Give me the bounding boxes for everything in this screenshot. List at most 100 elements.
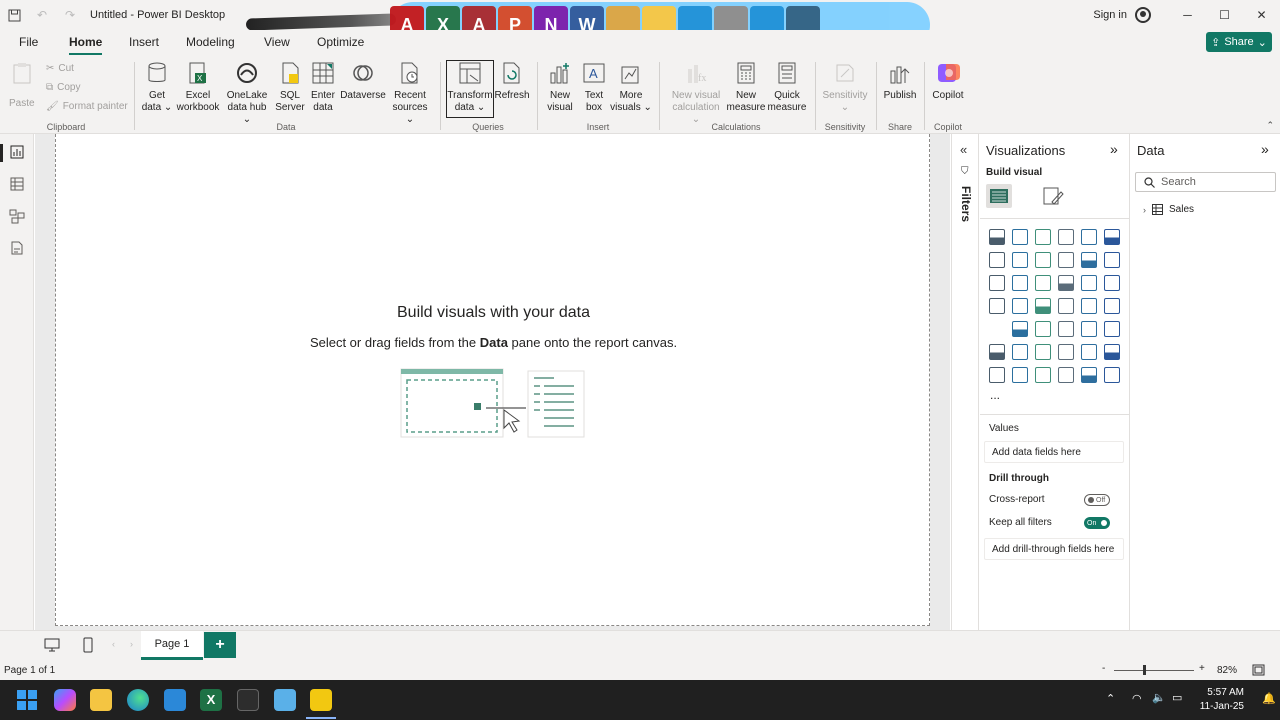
visual-type-icon[interactable] — [1081, 298, 1097, 314]
tab-modeling[interactable]: Modeling — [186, 35, 235, 49]
visual-type-icon[interactable] — [1035, 321, 1051, 337]
more-visuals-button[interactable]: More visuals ⌄ — [610, 60, 652, 114]
store-icon[interactable] — [164, 689, 186, 711]
volume-icon[interactable]: 🔈 — [1152, 691, 1166, 704]
taskbar-clock[interactable]: 5:57 AM 11-Jan-25 — [1200, 686, 1244, 714]
notification-bell-icon[interactable]: 🔔 — [1262, 692, 1276, 705]
zoom-in-button[interactable]: + — [1199, 663, 1205, 674]
visual-type-icon[interactable] — [1035, 275, 1051, 291]
table-view-icon[interactable] — [9, 176, 25, 192]
double-chevron-right-icon[interactable]: » — [1110, 141, 1118, 157]
visual-type-icon[interactable] — [1104, 229, 1120, 245]
maximize-button[interactable]: ☐ — [1206, 0, 1243, 30]
visual-type-icon[interactable] — [1012, 298, 1028, 314]
data-search-input[interactable]: Search — [1135, 172, 1276, 192]
tab-view[interactable]: View — [264, 35, 290, 49]
chevron-left-icon[interactable]: ‹ — [112, 639, 115, 649]
collapse-ribbon-icon[interactable]: ⌃ — [1266, 120, 1274, 131]
chevron-right-icon[interactable]: › — [130, 639, 133, 649]
visual-type-icon[interactable] — [1104, 321, 1120, 337]
chevron-up-icon[interactable]: ⌃ — [1106, 692, 1115, 705]
visual-type-icon[interactable] — [989, 298, 1005, 314]
model-view-icon[interactable] — [9, 208, 25, 224]
visual-type-icon[interactable] — [1058, 275, 1074, 291]
visual-type-icon[interactable] — [989, 252, 1005, 268]
more-visuals-ellipsis[interactable]: ... — [990, 388, 1000, 402]
sensitivity-button[interactable]: Sensitivity ⌄ — [820, 60, 870, 114]
battery-icon[interactable]: ▭ — [1172, 691, 1182, 704]
powerbi-taskbar-icon[interactable] — [310, 689, 332, 711]
visual-type-icon[interactable] — [1104, 344, 1120, 360]
values-drop-well[interactable]: Add data fields here — [984, 441, 1124, 463]
refresh-button[interactable]: Refresh — [494, 60, 530, 102]
fit-to-page-icon[interactable] — [1252, 664, 1265, 676]
desktop-layout-icon[interactable] — [44, 638, 60, 652]
copilot-button[interactable]: Copilot — [928, 60, 968, 102]
visual-type-icon[interactable] — [1058, 229, 1074, 245]
windows-start-icon[interactable] — [16, 689, 38, 711]
close-button[interactable]: ✕ — [1243, 0, 1280, 30]
edge-browser-icon[interactable] — [127, 689, 149, 711]
visual-type-icon[interactable] — [989, 367, 1005, 383]
report-view-icon[interactable] — [9, 144, 25, 160]
redo-icon[interactable]: ↷ — [56, 0, 84, 30]
format-visual-tab[interactable] — [1042, 186, 1064, 209]
keep-filters-toggle[interactable]: On — [1084, 517, 1110, 529]
double-chevron-right-icon[interactable]: » — [1261, 141, 1269, 157]
visual-type-icon[interactable] — [1058, 298, 1074, 314]
transform-data-button[interactable]: Transform data ⌄ — [446, 60, 494, 114]
visual-type-icon[interactable] — [1012, 321, 1028, 337]
zoom-out-button[interactable]: - — [1102, 663, 1105, 674]
visual-type-icon[interactable] — [1035, 344, 1051, 360]
file-explorer-icon[interactable] — [90, 689, 112, 711]
get-data-button[interactable]: Get data ⌄ — [141, 60, 173, 114]
visual-type-icon[interactable] — [1012, 367, 1028, 383]
visual-type-icon[interactable] — [1081, 275, 1097, 291]
visual-type-icon[interactable] — [1058, 252, 1074, 268]
tab-insert[interactable]: Insert — [129, 35, 159, 49]
tab-optimize[interactable]: Optimize — [317, 35, 364, 49]
onelake-button[interactable]: OneLake data hub ⌄ — [222, 60, 272, 126]
quick-measure-button[interactable]: Quick measure — [767, 60, 807, 114]
tab-home[interactable]: Home — [69, 35, 103, 55]
visual-type-icon[interactable] — [1081, 344, 1097, 360]
build-visual-tab[interactable] — [986, 184, 1012, 208]
visual-type-icon[interactable] — [989, 344, 1005, 360]
save-icon[interactable] — [0, 0, 28, 30]
data-table-item[interactable]: › Sales — [1143, 204, 1194, 215]
dataverse-button[interactable]: Dataverse — [340, 60, 386, 102]
visual-type-icon[interactable] — [1081, 252, 1097, 268]
visual-type-icon[interactable] — [1104, 298, 1120, 314]
paste-button[interactable]: Paste — [9, 60, 35, 110]
zoom-slider-thumb[interactable] — [1143, 665, 1146, 675]
undo-icon[interactable]: ↶ — [28, 0, 56, 30]
share-button[interactable]: ⇪ Share ⌄ — [1206, 32, 1272, 52]
format-painter-button[interactable]: 🖌 Format painter — [46, 101, 128, 112]
sql-server-button[interactable]: SQL Server — [274, 60, 306, 114]
mobile-layout-icon[interactable] — [82, 637, 94, 653]
visual-type-icon[interactable] — [1035, 229, 1051, 245]
visual-type-icon[interactable] — [1012, 252, 1028, 268]
dax-query-view-icon[interactable] — [9, 240, 25, 256]
visual-type-icon[interactable] — [1035, 252, 1051, 268]
avatar-icon[interactable] — [1135, 7, 1151, 23]
text-box-button[interactable]: A Text box — [579, 60, 609, 114]
visual-type-icon[interactable] — [1081, 321, 1097, 337]
visual-type-icon[interactable] — [989, 229, 1005, 245]
visual-type-icon[interactable] — [1081, 229, 1097, 245]
visual-type-icon[interactable] — [1058, 367, 1074, 383]
add-page-button[interactable]: + — [204, 632, 236, 658]
filters-pane-collapsed[interactable]: « ⛉ Filters — [951, 134, 979, 630]
visual-type-icon[interactable] — [1035, 367, 1051, 383]
visual-type-icon[interactable] — [1104, 252, 1120, 268]
visual-type-icon[interactable] — [1012, 275, 1028, 291]
chevron-right-icon[interactable]: › — [1143, 205, 1146, 215]
double-chevron-left-icon[interactable]: « — [960, 142, 967, 157]
notepad-icon[interactable] — [274, 689, 296, 711]
visual-type-icon[interactable] — [1104, 275, 1120, 291]
copilot-taskbar-icon[interactable] — [54, 689, 76, 711]
visual-type-icon[interactable] — [989, 275, 1005, 291]
drill-through-drop-well[interactable]: Add drill-through fields here — [984, 538, 1124, 560]
wifi-icon[interactable]: ◠ — [1132, 692, 1142, 705]
terminal-icon[interactable] — [237, 689, 259, 711]
